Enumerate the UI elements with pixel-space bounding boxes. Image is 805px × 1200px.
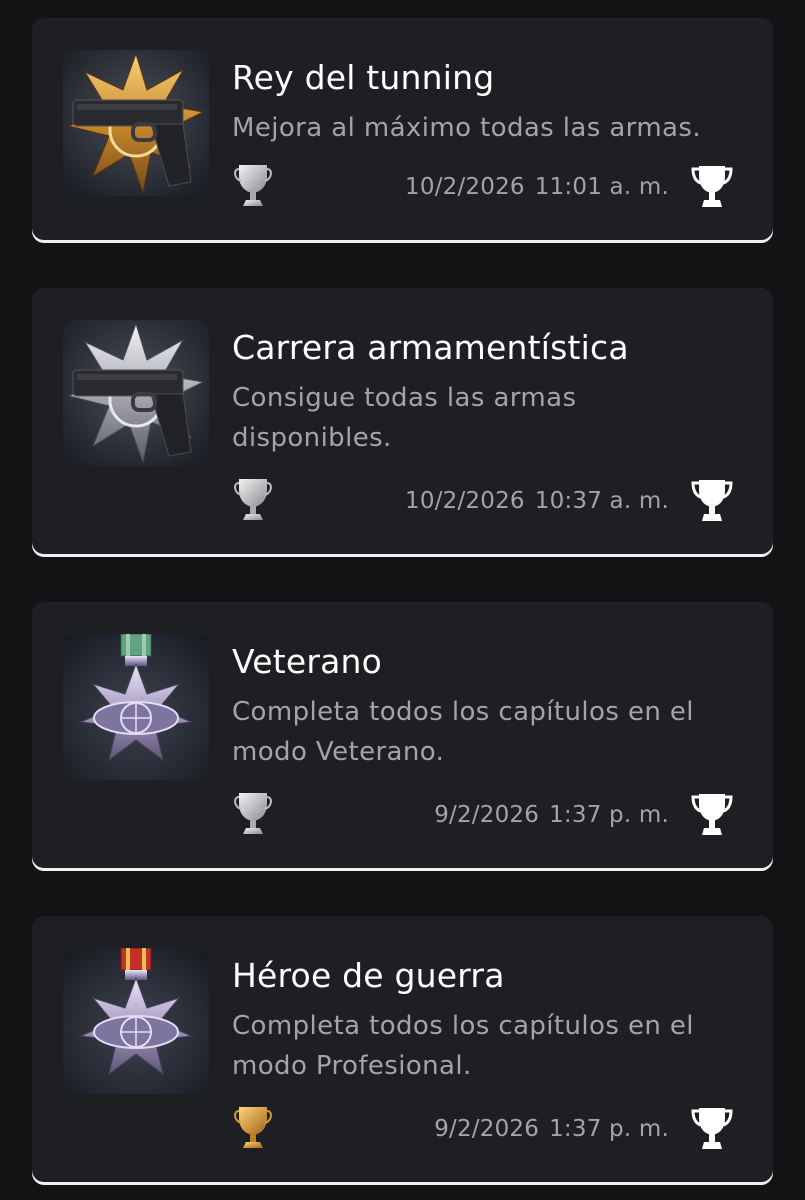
trophy-card[interactable]: Rey del tunning Mejora al máximo todas l…: [32, 18, 773, 240]
trophy-title: Héroe de guerra: [232, 956, 505, 995]
unlock-date: 10/2/2026: [405, 488, 525, 514]
trophy-description: Completa todos los capítulos en el modo …: [232, 1011, 694, 1081]
trophy-title: Rey del tunning: [232, 58, 495, 97]
unlock-date: 9/2/2026: [434, 1116, 540, 1142]
trophy-cup-icon: [691, 792, 733, 836]
bsaa-medal-green-ribbon-icon: [63, 634, 209, 780]
unlock-datetime: 9/2/2026 1:37 p. m.: [434, 1116, 669, 1142]
gold-medal-pistol-icon: [63, 50, 209, 196]
unlock-datetime: 10/2/2026 10:37 a. m.: [405, 488, 669, 514]
bsaa-medal-red-ribbon-icon: [63, 948, 209, 1094]
unlock-time: 1:37 p. m.: [549, 1116, 669, 1142]
unlock-time: 11:01 a. m.: [534, 174, 669, 200]
unlock-date: 9/2/2026: [434, 802, 540, 828]
trophy-description: Consigue todas las armas disponibles.: [232, 383, 577, 453]
trophy-description: Mejora al máximo todas las armas.: [232, 113, 701, 143]
unlock-time: 1:37 p. m.: [549, 802, 669, 828]
unlock-datetime: 10/2/2026 11:01 a. m.: [405, 174, 669, 200]
unlock-date: 10/2/2026: [405, 174, 525, 200]
trophy-title: Veterano: [232, 642, 383, 681]
trophy-cup-icon: [691, 164, 733, 208]
silver-trophy-icon: [233, 476, 273, 524]
silver-trophy-icon: [233, 790, 273, 838]
gold-trophy-icon: [233, 1104, 273, 1152]
trophy-cup-icon: [691, 1106, 733, 1150]
silver-medal-pistol-icon: [63, 320, 209, 466]
unlock-time: 10:37 a. m.: [534, 488, 669, 514]
silver-trophy-icon: [233, 162, 273, 210]
trophy-card[interactable]: Veterano Completa todos los capítulos en…: [32, 602, 773, 868]
trophy-description: Completa todos los capítulos en el modo …: [232, 697, 694, 767]
trophy-card[interactable]: Héroe de guerra Completa todos los capít…: [32, 916, 773, 1182]
trophy-cup-icon: [691, 478, 733, 522]
trophy-title: Carrera armamentística: [232, 328, 629, 367]
unlock-datetime: 9/2/2026 1:37 p. m.: [434, 802, 669, 828]
trophy-card[interactable]: Carrera armamentística Consigue todas la…: [32, 288, 773, 554]
